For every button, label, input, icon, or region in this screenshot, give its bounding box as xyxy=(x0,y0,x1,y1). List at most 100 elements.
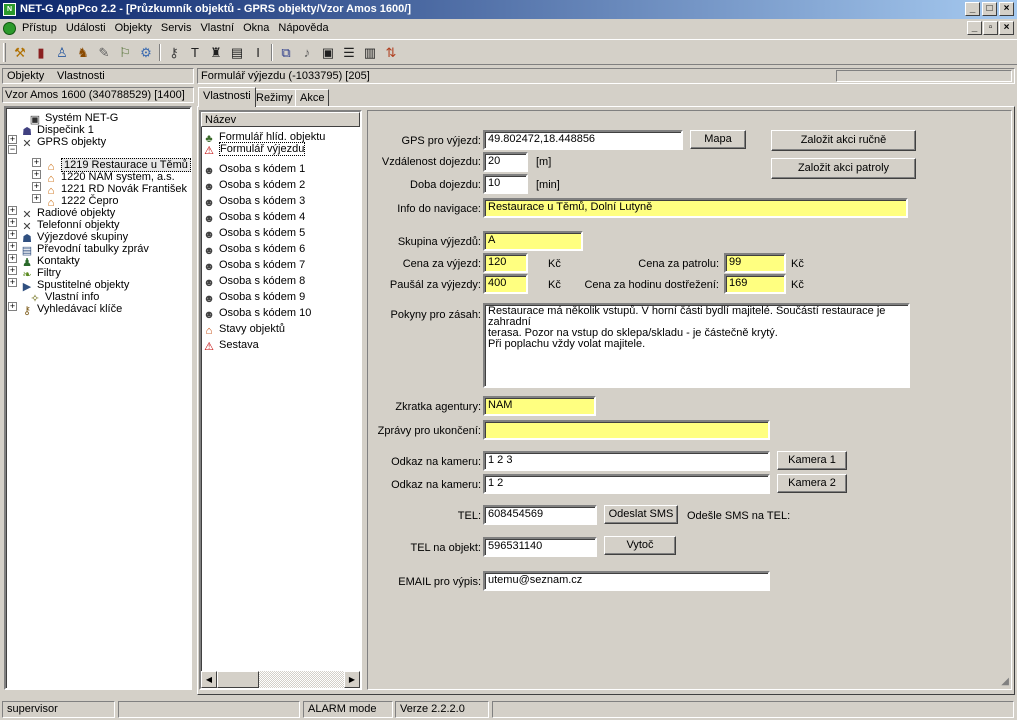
tree-item[interactable]: ☗ Dispečink 1 xyxy=(20,124,94,138)
tree-item[interactable]: ❧ Filtry xyxy=(20,267,60,281)
tab-objekty[interactable]: Objekty xyxy=(7,70,44,82)
collapse-toggle[interactable]: − xyxy=(8,145,17,154)
tile-vertical-icon[interactable]: ▥ xyxy=(360,43,380,62)
scroll-right-arrow-icon[interactable]: ▶ xyxy=(344,671,360,688)
dial-button[interactable]: Vytoč xyxy=(604,536,676,555)
end-msgs-input[interactable] xyxy=(483,420,770,440)
list-item[interactable]: ☻ Osoba s kódem 6 xyxy=(202,243,305,257)
wrench-icon[interactable]: ✎ xyxy=(94,43,114,62)
list-item[interactable]: ☻ Osoba s kódem 10 xyxy=(202,307,311,321)
tab-akce[interactable]: Akce xyxy=(295,89,330,107)
menu-okna[interactable]: Okna xyxy=(243,22,269,34)
group-input[interactable]: A xyxy=(483,231,583,251)
list-item[interactable]: ☻ Osoba s kódem 9 xyxy=(202,291,305,305)
expand-toggle[interactable]: + xyxy=(32,182,41,191)
person-icon[interactable]: ♙ xyxy=(52,43,72,62)
map-button[interactable]: Mapa xyxy=(690,130,746,149)
cursor-icon[interactable]: I xyxy=(248,43,268,62)
email-input[interactable]: utemu@seznam.cz xyxy=(483,571,770,591)
list-item[interactable]: ⚠ Sestava xyxy=(202,339,259,353)
sound-icon[interactable]: ♪ xyxy=(297,43,317,62)
tree-item[interactable]: ⌂ 1222 Čepro xyxy=(44,195,119,209)
arrange-icon[interactable]: ⇅ xyxy=(381,43,401,62)
tree-item[interactable]: ⌂ 1220 NAM system, a.s. xyxy=(44,171,175,185)
list-item[interactable]: ☻ Osoba s kódem 4 xyxy=(202,211,305,225)
key-icon[interactable]: ⚷ xyxy=(164,43,184,62)
scroll-thumb[interactable] xyxy=(217,671,259,688)
tree-item[interactable]: ☗ Výjezdové skupiny xyxy=(20,231,128,245)
camera1-input[interactable]: 1 2 3 xyxy=(483,451,770,471)
book-icon[interactable]: ▮ xyxy=(31,43,51,62)
minimize-button[interactable]: _ xyxy=(965,2,980,16)
menu-napoveda[interactable]: Nápověda xyxy=(278,22,328,34)
send-sms-button[interactable]: Odeslat SMS xyxy=(604,505,678,524)
list-item[interactable]: ☻ Osoba s kódem 5 xyxy=(202,227,305,241)
expand-toggle[interactable]: + xyxy=(8,242,17,251)
list-header[interactable]: Název xyxy=(201,112,360,127)
toolbar-grip[interactable] xyxy=(3,43,6,62)
scroll-left-arrow-icon[interactable]: ◀ xyxy=(201,671,217,688)
explorer-icon[interactable]: ⚒ xyxy=(10,43,30,62)
document-icon[interactable]: ▤ xyxy=(227,43,247,62)
nav-input[interactable]: Restaurace u Těmů, Dolní Lutyně xyxy=(483,198,908,218)
time-input[interactable]: 10 xyxy=(483,174,528,194)
tree-item[interactable]: ▣ Systém NET-G xyxy=(28,112,119,126)
expand-toggle[interactable]: + xyxy=(8,135,17,144)
horizontal-scrollbar[interactable]: ◀ ▶ xyxy=(201,671,360,688)
tel-obj-input[interactable]: 596531140 xyxy=(483,537,597,557)
mdi-minimize-button[interactable]: _ xyxy=(967,21,982,35)
gps-input[interactable]: 49.802472,18.448856 xyxy=(483,130,683,150)
binoculars-icon[interactable]: ♜ xyxy=(206,43,226,62)
tree-item[interactable]: ⌂ 1221 RD Novák František xyxy=(44,183,187,197)
tab-rezimy[interactable]: Režimy xyxy=(251,89,298,107)
create-action-patrol-button[interactable]: Založit akci patroly xyxy=(771,158,916,179)
expand-toggle[interactable]: + xyxy=(8,218,17,227)
tile-horizontal-icon[interactable]: ☰ xyxy=(339,43,359,62)
menu-pristup[interactable]: Přístup xyxy=(22,22,57,34)
flat-fee-input[interactable]: 400 xyxy=(483,274,528,294)
menu-servis[interactable]: Servis xyxy=(161,22,192,34)
menu-objekty[interactable]: Objekty xyxy=(115,22,152,34)
list-item[interactable]: ☻ Osoba s kódem 7 xyxy=(202,259,305,273)
camera2-button[interactable]: Kamera 2 xyxy=(777,474,847,493)
expand-toggle[interactable]: + xyxy=(8,206,17,215)
camera1-button[interactable]: Kamera 1 xyxy=(777,451,847,470)
tab-vlastnosti[interactable]: Vlastnosti xyxy=(198,87,256,107)
tree-item[interactable]: ✕ Radiové objekty xyxy=(20,207,115,221)
expand-toggle[interactable]: + xyxy=(8,302,17,311)
tab-vlastnosti-left[interactable]: Vlastnosti xyxy=(57,70,105,82)
instructions-textarea[interactable]: Restaurace má několik vstupů. V horní čá… xyxy=(483,303,910,388)
expand-toggle[interactable]: + xyxy=(32,158,41,167)
filter-icon[interactable]: ⚙ xyxy=(136,43,156,62)
expand-toggle[interactable]: + xyxy=(8,230,17,239)
distance-input[interactable]: 20 xyxy=(483,152,528,172)
tree-item[interactable]: ✕ Telefonní objekty xyxy=(20,219,119,233)
tree-item[interactable]: ✕ GPRS objekty xyxy=(20,136,106,150)
price-hour-input[interactable]: 169 xyxy=(724,274,786,294)
list-item[interactable]: ☻ Osoba s kódem 3 xyxy=(202,195,305,209)
list-item[interactable]: ☻ Osoba s kódem 2 xyxy=(202,179,305,193)
close-button[interactable]: × xyxy=(999,2,1014,16)
expand-toggle[interactable]: + xyxy=(8,254,17,263)
tree-item[interactable]: ♟ Kontakty xyxy=(20,255,80,269)
list-item-selected[interactable]: ⚠ Formulář výjezdu xyxy=(202,142,306,157)
agency-input[interactable]: NAM xyxy=(483,396,596,416)
mdi-restore-button[interactable]: ▫ xyxy=(983,21,998,35)
expand-toggle[interactable]: + xyxy=(8,278,17,287)
tree-item[interactable]: ⚷ Vyhledávací klíče xyxy=(20,303,122,317)
resize-grip-icon[interactable]: ◢ xyxy=(1001,676,1009,687)
expand-toggle[interactable]: + xyxy=(32,170,41,179)
tree-item[interactable]: ▶ Spustitelné objekty xyxy=(20,279,130,293)
detail-list[interactable]: Název ♣ Formulář hlíd. objektu ⚠ Formulář … xyxy=(199,110,362,690)
list-item[interactable]: ☻ Osoba s kódem 1 xyxy=(202,163,305,177)
cascade-icon[interactable]: ⧉ xyxy=(276,43,296,62)
create-action-manual-button[interactable]: Založit akci ručně xyxy=(771,130,916,151)
tel-input[interactable]: 608454569 xyxy=(483,505,597,525)
menu-udalosti[interactable]: Události xyxy=(66,22,106,34)
object-tree[interactable]: + − + + + + + + + + + + + + ▣ Systém NET-… xyxy=(4,106,192,690)
price-trip-input[interactable]: 120 xyxy=(483,253,528,273)
maximize-button[interactable]: □ xyxy=(982,2,997,16)
expand-toggle[interactable]: + xyxy=(32,194,41,203)
windows-icon[interactable]: ▣ xyxy=(318,43,338,62)
app-menu-icon[interactable] xyxy=(3,22,16,35)
